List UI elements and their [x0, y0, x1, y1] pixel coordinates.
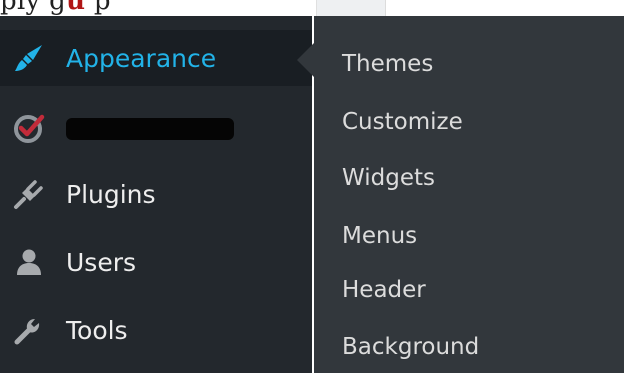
document-text-left: ply g — [0, 0, 67, 16]
document-gutter — [316, 0, 386, 16]
submenu-item-background[interactable]: Background — [342, 327, 479, 367]
document-text-red: u — [66, 0, 86, 16]
submenu-item-themes[interactable]: Themes — [342, 44, 433, 84]
submenu-item-menus[interactable]: Menus — [342, 216, 417, 256]
appearance-submenu: Themes Customize Widgets Menus Header Ba… — [314, 16, 624, 373]
sidebar-item-users[interactable]: Users — [0, 234, 312, 290]
redacted-label — [66, 118, 234, 140]
sidebar-item-appearance[interactable]: Appearance — [0, 30, 312, 86]
plugin-badge-icon — [12, 111, 46, 145]
sidebar-item-label: Users — [66, 247, 137, 277]
wrench-icon — [12, 313, 46, 347]
sidebar-item-label: Appearance — [66, 43, 217, 73]
plugin-plug-icon — [12, 177, 46, 211]
sidebar-item-label: Tools — [66, 315, 128, 345]
document-background: ply gu p — [0, 0, 624, 16]
submenu-item-customize[interactable]: Customize — [342, 102, 463, 142]
user-icon — [12, 245, 46, 279]
sidebar-item-redacted-plugin[interactable] — [0, 100, 312, 156]
paintbrush-icon — [12, 41, 46, 75]
sidebar-item-tools[interactable]: Tools — [0, 302, 312, 358]
admin-sidebar: Appearance Plugins Users Tools — [0, 16, 312, 373]
document-text-mid: p — [93, 0, 111, 16]
submenu-item-header[interactable]: Header — [342, 270, 426, 310]
submenu-item-widgets[interactable]: Widgets — [342, 158, 435, 198]
sidebar-item-plugins[interactable]: Plugins — [0, 166, 312, 222]
document-text: ply gu p — [0, 0, 111, 16]
submenu-pointer — [297, 42, 315, 78]
sidebar-item-label: Plugins — [66, 179, 156, 209]
screenshot: ply gu p Appearance Plugins Users Tools … — [0, 0, 624, 373]
